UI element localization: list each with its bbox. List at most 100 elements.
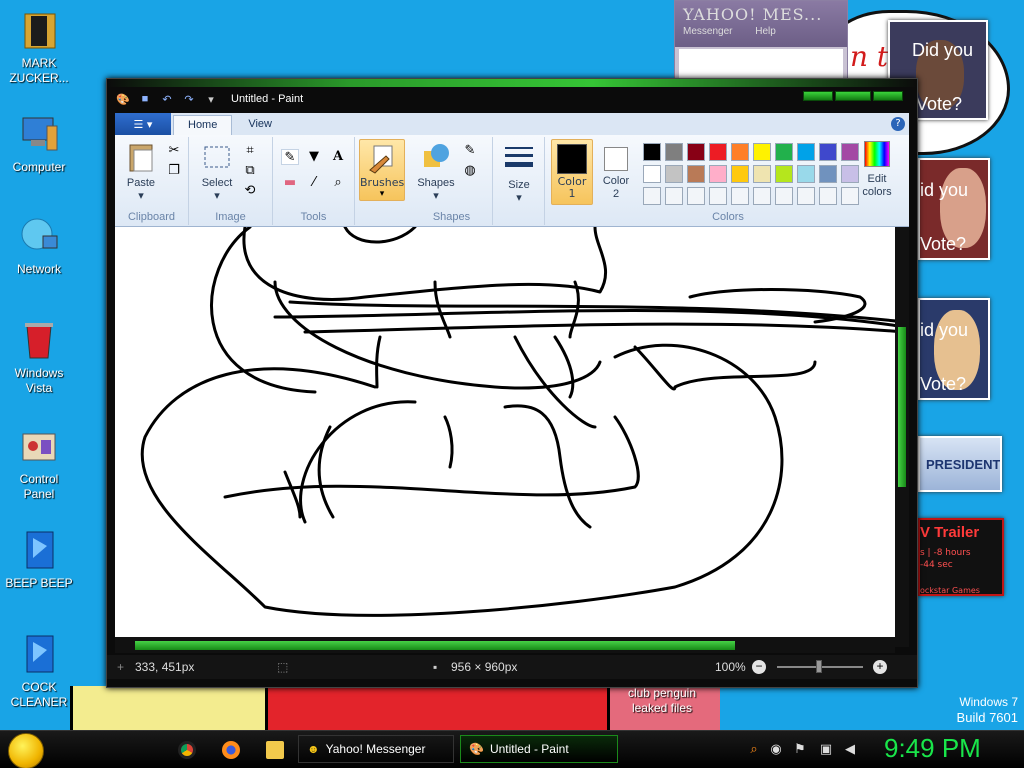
text-icon[interactable]: A	[329, 149, 347, 165]
palette-swatch[interactable]	[753, 187, 771, 205]
paste-button[interactable]: Paste ▾	[119, 141, 163, 203]
shapes-button[interactable]: Shapes ▾	[415, 141, 457, 203]
yahoo-messenger-window[interactable]: YAHOO! MES... Messenger Help	[674, 0, 848, 81]
size-button[interactable]: Size ▾	[499, 143, 539, 205]
crop-icon[interactable]: ⌗	[241, 143, 259, 159]
tab-view[interactable]: View	[234, 115, 286, 135]
taskbar-item-yahoo-messenger[interactable]: ☻ Yahoo! Messenger	[298, 735, 454, 763]
fill-icon[interactable]: ▼	[305, 149, 323, 165]
palette-swatch[interactable]	[731, 165, 749, 183]
vertical-scroll-thumb[interactable]	[898, 327, 906, 487]
minimize-button[interactable]	[803, 91, 833, 101]
drawing-canvas[interactable]	[115, 227, 895, 637]
desktop-icon-mark-zucker[interactable]: MARK ZUCKER...	[4, 8, 74, 86]
palette-swatch[interactable]	[665, 143, 683, 161]
palette-swatch[interactable]	[819, 143, 837, 161]
help-icon[interactable]: ?	[891, 117, 905, 131]
clock[interactable]: 9:49 PM	[884, 733, 981, 764]
outline-icon[interactable]: ✎	[461, 143, 479, 159]
title-bar[interactable]: 🎨 ■ ↶ ↷ ▾ Untitled - Paint	[107, 87, 917, 111]
paint-app-icon[interactable]: 🎨	[115, 92, 131, 106]
edit-colors-button[interactable]: Edit colors	[857, 141, 897, 199]
palette-swatch[interactable]	[687, 165, 705, 183]
copy-icon[interactable]: ❐	[165, 163, 183, 179]
cut-icon[interactable]: ✂	[165, 143, 183, 159]
palette-swatch[interactable]	[797, 143, 815, 161]
volume-icon[interactable]: ◀	[842, 742, 858, 758]
menu-item-messenger[interactable]: Messenger	[683, 26, 732, 37]
brushes-button[interactable]: Brushes ▾	[359, 139, 405, 201]
palette-swatch[interactable]	[643, 165, 661, 183]
chrome-icon[interactable]	[178, 741, 196, 759]
promo-did-you-vote-mccain[interactable]: id you Vote?	[918, 158, 990, 260]
folder-icon[interactable]	[266, 741, 284, 759]
palette-swatch[interactable]	[665, 187, 683, 205]
customize-quick-access-icon[interactable]: ▾	[203, 92, 219, 106]
palette-swatch[interactable]	[819, 165, 837, 183]
palette-swatch[interactable]	[687, 187, 705, 205]
color1-button[interactable]: Color 1	[551, 139, 593, 205]
palette-swatch[interactable]	[687, 143, 705, 161]
menu-item-help[interactable]: Help	[755, 26, 776, 37]
messenger-tray-icon[interactable]: ◉	[768, 742, 784, 758]
palette-swatch[interactable]	[775, 143, 793, 161]
paint-menu-button[interactable]: ☰ ▾	[115, 113, 171, 135]
tab-home[interactable]: Home	[173, 115, 233, 135]
pencil-icon[interactable]: ✎	[281, 149, 299, 165]
desktop-icon-beep-beep[interactable]: BEEP BEEP	[4, 528, 74, 591]
palette-swatch[interactable]	[797, 165, 815, 183]
desktop-icon-computer[interactable]: Computer	[4, 112, 74, 175]
magnifier-icon[interactable]: ⌕	[329, 175, 347, 191]
eraser-icon[interactable]: ▬	[281, 175, 299, 191]
network-tray-icon[interactable]: ▣	[818, 742, 834, 758]
taskbar-item-paint[interactable]: 🎨 Untitled - Paint	[460, 735, 618, 763]
fill-shape-icon[interactable]: ◍	[461, 163, 479, 179]
palette-swatch[interactable]	[709, 143, 727, 161]
rotate-icon[interactable]: ⟲	[241, 183, 259, 199]
promo-did-you-vote-clinton[interactable]: id you Vote?	[918, 298, 990, 400]
redo-icon[interactable]: ↷	[181, 92, 197, 106]
horizontal-scroll-thumb[interactable]	[135, 641, 735, 650]
maximize-button[interactable]	[835, 91, 871, 101]
promo-trailer-banner[interactable]: V Trailer s | -8 hours -44 sec ockstar G…	[918, 518, 1004, 596]
horizontal-scrollbar[interactable]	[115, 637, 895, 653]
brush-icon	[366, 142, 398, 174]
action-center-flag-icon[interactable]: ⚑	[792, 742, 808, 758]
color-picker-icon[interactable]: ⁄	[305, 175, 323, 191]
palette-swatch[interactable]	[775, 187, 793, 205]
palette-swatch[interactable]	[643, 143, 661, 161]
palette-swatch[interactable]	[731, 143, 749, 161]
select-button[interactable]: Select ▾	[195, 141, 239, 203]
desktop-icon-network[interactable]: Network	[4, 214, 74, 277]
desktop-file-label[interactable]: club penguin leaked files	[620, 686, 704, 716]
palette-swatch[interactable]	[709, 187, 727, 205]
palette-swatch[interactable]	[731, 187, 749, 205]
palette-swatch[interactable]	[665, 165, 683, 183]
desktop-icon-control-panel[interactable]: Control Panel	[4, 424, 74, 502]
resize-icon[interactable]: ⧉	[241, 163, 259, 179]
palette-swatch[interactable]	[775, 165, 793, 183]
start-button[interactable]	[8, 733, 44, 768]
desktop-icon-cock-cleaner[interactable]: COCK CLEANER	[4, 632, 74, 710]
promo-president-banner[interactable]: PRESIDENT	[918, 436, 1002, 492]
paint-window[interactable]: 🎨 ■ ↶ ↷ ▾ Untitled - Paint ☰ ▾ Home View…	[106, 78, 918, 688]
desktop-icon-windows-vista[interactable]: Windows Vista	[4, 318, 74, 396]
close-button[interactable]	[873, 91, 903, 101]
palette-swatch[interactable]	[753, 165, 771, 183]
save-icon[interactable]: ■	[137, 92, 153, 106]
palette-swatch[interactable]	[643, 187, 661, 205]
palette-swatch[interactable]	[709, 165, 727, 183]
color2-button[interactable]: Color 2	[595, 141, 637, 201]
firefox-icon[interactable]	[222, 741, 240, 759]
promo-text: id you	[920, 320, 969, 340]
search-icon[interactable]: ⌕	[746, 742, 762, 758]
vertical-scrollbar[interactable]	[895, 227, 909, 647]
palette-swatch[interactable]	[797, 187, 815, 205]
size-label: Size	[508, 179, 530, 191]
palette-swatch[interactable]	[819, 187, 837, 205]
zoom-out-button[interactable]: −	[752, 660, 766, 674]
zoom-slider-handle[interactable]	[816, 660, 822, 673]
palette-swatch[interactable]	[753, 143, 771, 161]
undo-icon[interactable]: ↶	[159, 92, 175, 106]
zoom-in-button[interactable]: +	[873, 660, 887, 674]
